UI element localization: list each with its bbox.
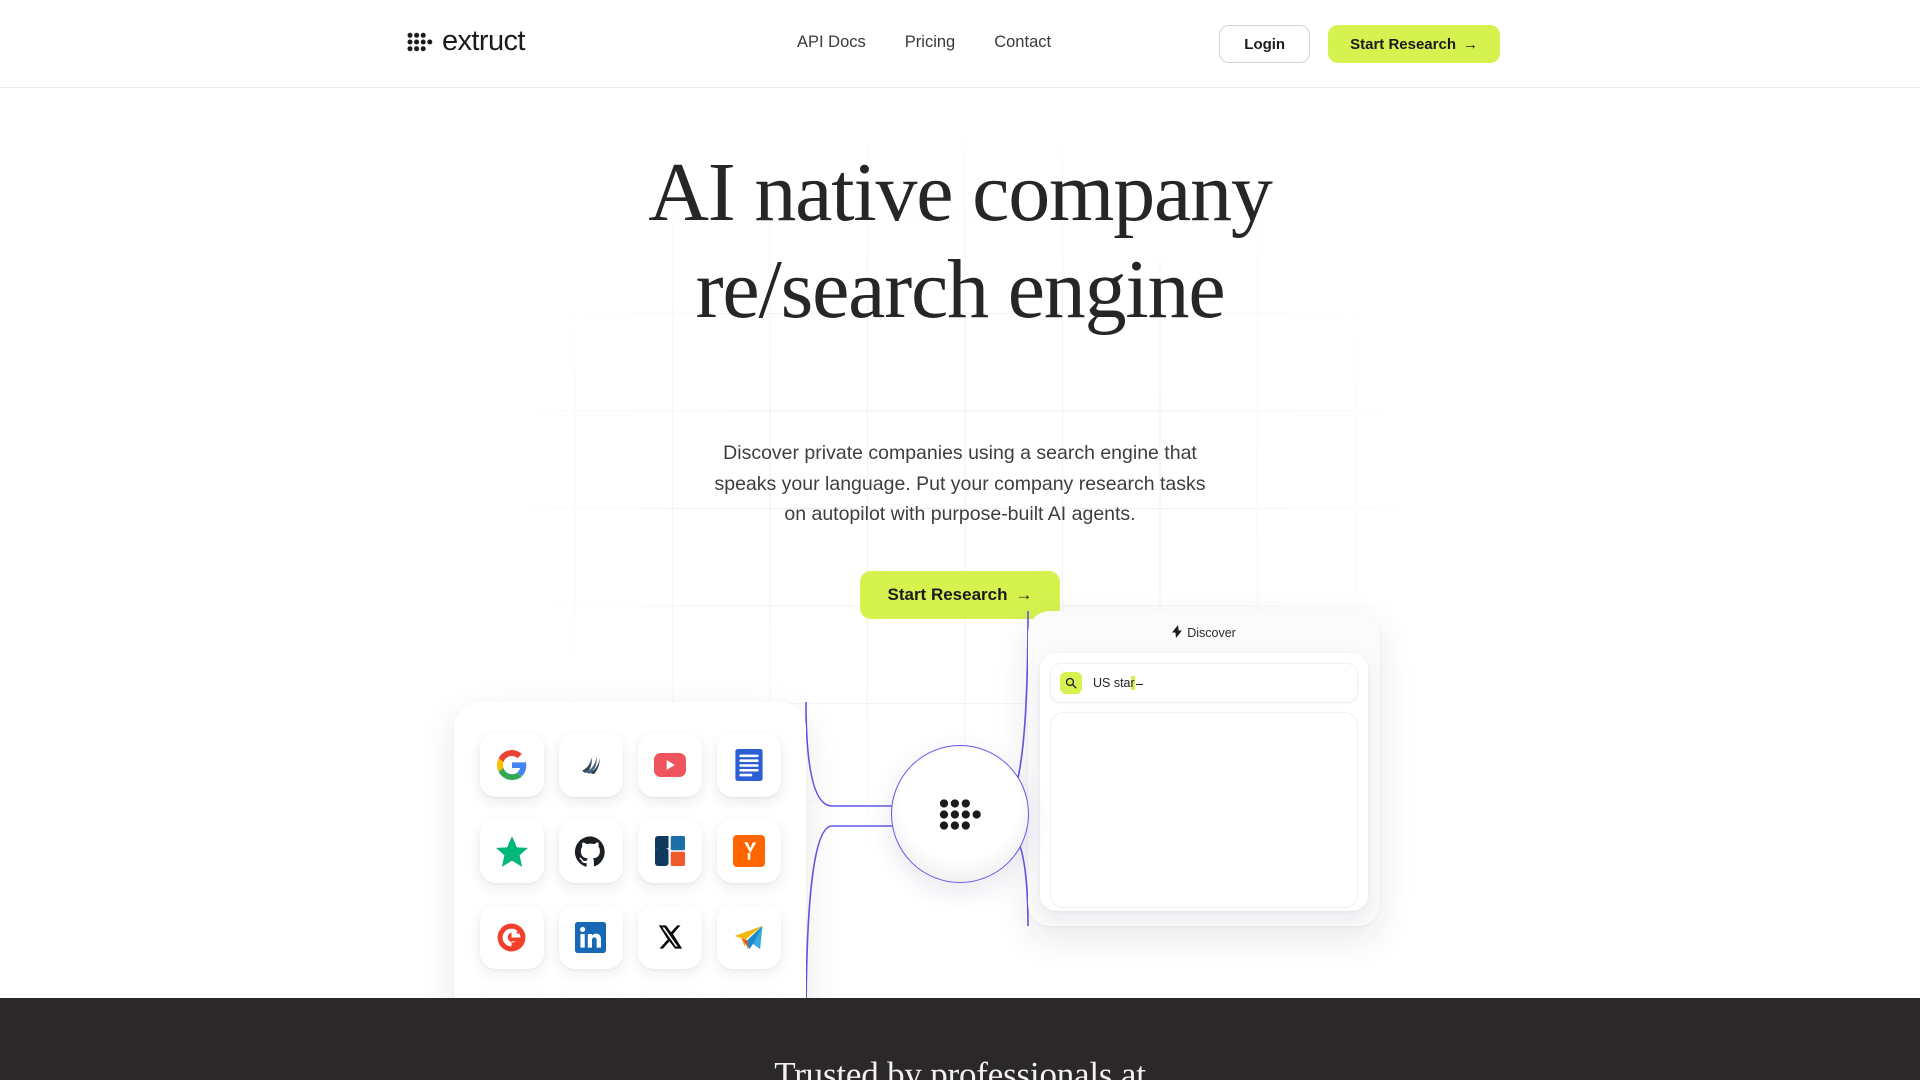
- source-tile-telegram[interactable]: [716, 905, 781, 969]
- ycombinator-icon: [732, 835, 765, 867]
- source-tile-google[interactable]: [479, 733, 544, 797]
- source-tile-techcrunch[interactable]: [479, 991, 544, 998]
- lightning-bolt-icon: [1172, 625, 1183, 641]
- capterra-icon: [654, 836, 685, 866]
- nav-item-api-docs[interactable]: API Docs: [797, 31, 866, 54]
- headline-line-2: re/search engine: [695, 243, 1226, 336]
- source-tile-web[interactable]: [716, 991, 781, 998]
- x-twitter-icon: [656, 923, 684, 951]
- search-results-area: [1050, 712, 1358, 908]
- primary-nav: API Docs Pricing Contact: [797, 31, 1051, 54]
- nav-item-contact[interactable]: Contact: [994, 31, 1051, 54]
- github-icon: [575, 835, 606, 867]
- data-sources-panel: 2: [454, 702, 806, 998]
- extruct-engine-node: [891, 745, 1029, 883]
- swoosh-icon: [576, 750, 606, 780]
- youtube-icon: [653, 749, 686, 781]
- logo-dot-matrix-icon: [407, 32, 433, 52]
- nav-item-pricing[interactable]: Pricing: [905, 31, 955, 54]
- svg-text:2: 2: [516, 925, 522, 936]
- logo[interactable]: extruct: [407, 27, 525, 56]
- header-start-research-button[interactable]: Start Research →: [1328, 25, 1500, 63]
- source-tile-github[interactable]: [558, 819, 623, 883]
- app-preview-panel: Discover US star: [1028, 611, 1380, 926]
- source-tile-youtube[interactable]: [637, 733, 702, 797]
- source-tile-similarweb[interactable]: [558, 733, 623, 797]
- g2-icon: 2: [496, 922, 527, 953]
- text-caret: [1135, 683, 1143, 685]
- subtitle-line-3: on autopilot with purpose-built AI agent…: [784, 503, 1136, 525]
- search-input[interactable]: US star: [1050, 663, 1358, 703]
- source-tile-linkedin[interactable]: [558, 905, 623, 969]
- source-tile-zoominfo[interactable]: [558, 991, 623, 998]
- source-tile-x-twitter[interactable]: [637, 905, 702, 969]
- source-tile-crunchbase[interactable]: cb: [637, 991, 702, 998]
- hero-subtitle: Discover private companies using a searc…: [0, 438, 1920, 530]
- source-tile-capterra[interactable]: [637, 819, 702, 883]
- subtitle-line-2: speaks your language. Put your company r…: [714, 472, 1206, 495]
- discover-card: US star: [1040, 653, 1368, 911]
- document-icon: [734, 749, 763, 781]
- subtitle-line-1: Discover private companies using a searc…: [723, 442, 1197, 464]
- arrow-right-icon: →: [1015, 585, 1033, 604]
- hero-diagram: 2 Discover US star: [440, 608, 1480, 998]
- google-icon: [496, 750, 527, 780]
- header-actions: Login Start Research →: [1219, 25, 1500, 63]
- source-tile-ycombinator[interactable]: [716, 819, 781, 883]
- search-icon: [1060, 672, 1082, 694]
- hero-cta-label: Start Research: [887, 585, 1008, 604]
- login-button[interactable]: Login: [1219, 25, 1311, 63]
- tab-discover-label: Discover: [1187, 626, 1236, 640]
- source-tile-docs[interactable]: [716, 733, 781, 797]
- trustpilot-icon: [495, 835, 528, 867]
- header-cta-label: Start Research: [1350, 35, 1456, 53]
- arrow-right-icon: →: [1463, 35, 1478, 53]
- search-input-value: US star: [1093, 676, 1143, 690]
- source-tile-g2[interactable]: 2: [479, 905, 544, 969]
- logo-wordmark: extruct: [442, 25, 525, 57]
- trusted-section: Trusted by professionals at: [0, 998, 1920, 1080]
- tab-discover[interactable]: Discover: [1028, 625, 1380, 641]
- telegram-icon: [733, 922, 764, 953]
- site-header: extruct API Docs Pricing Contact Login S…: [0, 0, 1920, 88]
- linkedin-icon: [575, 921, 606, 953]
- search-value-highlighted: r: [1130, 676, 1135, 690]
- source-tile-trustpilot[interactable]: [479, 819, 544, 883]
- page-title: AI native company re/search engine: [0, 144, 1920, 338]
- logo-dot-matrix-icon: [939, 798, 982, 831]
- search-value-prefix: US sta: [1093, 676, 1131, 690]
- headline-line-1: AI native company: [648, 146, 1273, 239]
- data-sources-grid: 2: [454, 702, 806, 998]
- trusted-title: Trusted by professionals at: [774, 1055, 1146, 1080]
- hero-section: AI native company re/search engine Disco…: [0, 88, 1920, 998]
